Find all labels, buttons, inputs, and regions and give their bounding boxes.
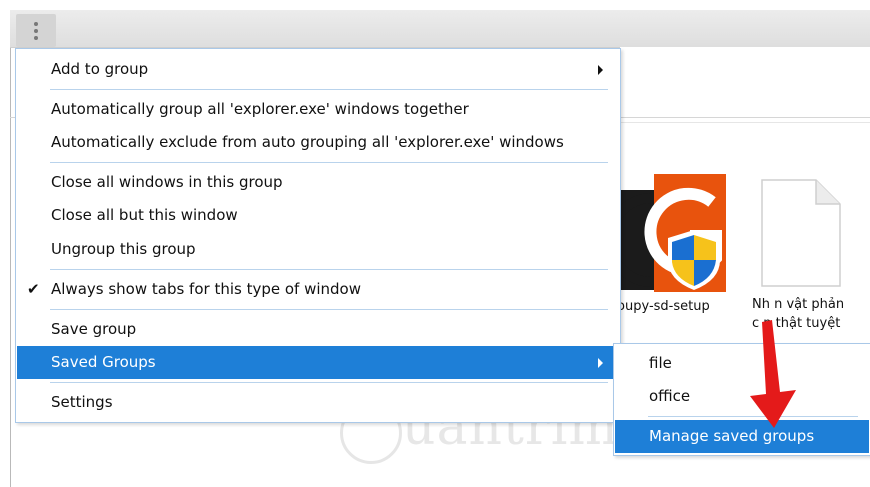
file-item-groupy[interactable]: roupy-sd-setup [605,172,730,342]
menu-item-close-all-but-this[interactable]: Close all but this window [17,199,619,232]
file-label: roupy-sd-setup [612,299,710,314]
menu-item-always-show-tabs[interactable]: ✔ Always show tabs for this type of wind… [17,273,619,306]
divider [620,122,870,123]
menu-separator [50,162,608,163]
kebab-menu-icon[interactable] [16,14,56,47]
menu-item-saved-groups[interactable]: Saved Groups [17,346,619,379]
menu-item-settings[interactable]: Settings [17,386,619,419]
explorer-toolbar-area [620,47,870,117]
red-arrow-annotation-icon [750,320,796,428]
menu-separator [50,89,608,90]
menu-item-auto-group[interactable]: Automatically group all 'explorer.exe' w… [17,93,619,126]
menu-separator [50,309,608,310]
menu-item-add-to-group[interactable]: Add to group [17,53,619,86]
document-icon [761,179,841,287]
context-menu: Add to group Automatically group all 'ex… [15,48,621,423]
submenu-arrow-icon [598,65,603,75]
title-bar [10,10,870,48]
menu-item-save-group[interactable]: Save group [17,313,619,346]
groupy-app-icon [605,174,726,292]
file-label: Nh n vật phản [752,297,845,312]
menu-item-close-all-in-group[interactable]: Close all windows in this group [17,166,619,199]
checkmark-icon: ✔ [27,280,40,298]
menu-separator [50,269,608,270]
menu-item-auto-exclude[interactable]: Automatically exclude from auto grouping… [17,126,619,159]
menu-separator [50,382,608,383]
menu-item-ungroup[interactable]: Ungroup this group [17,233,619,266]
submenu-arrow-icon [598,358,603,368]
